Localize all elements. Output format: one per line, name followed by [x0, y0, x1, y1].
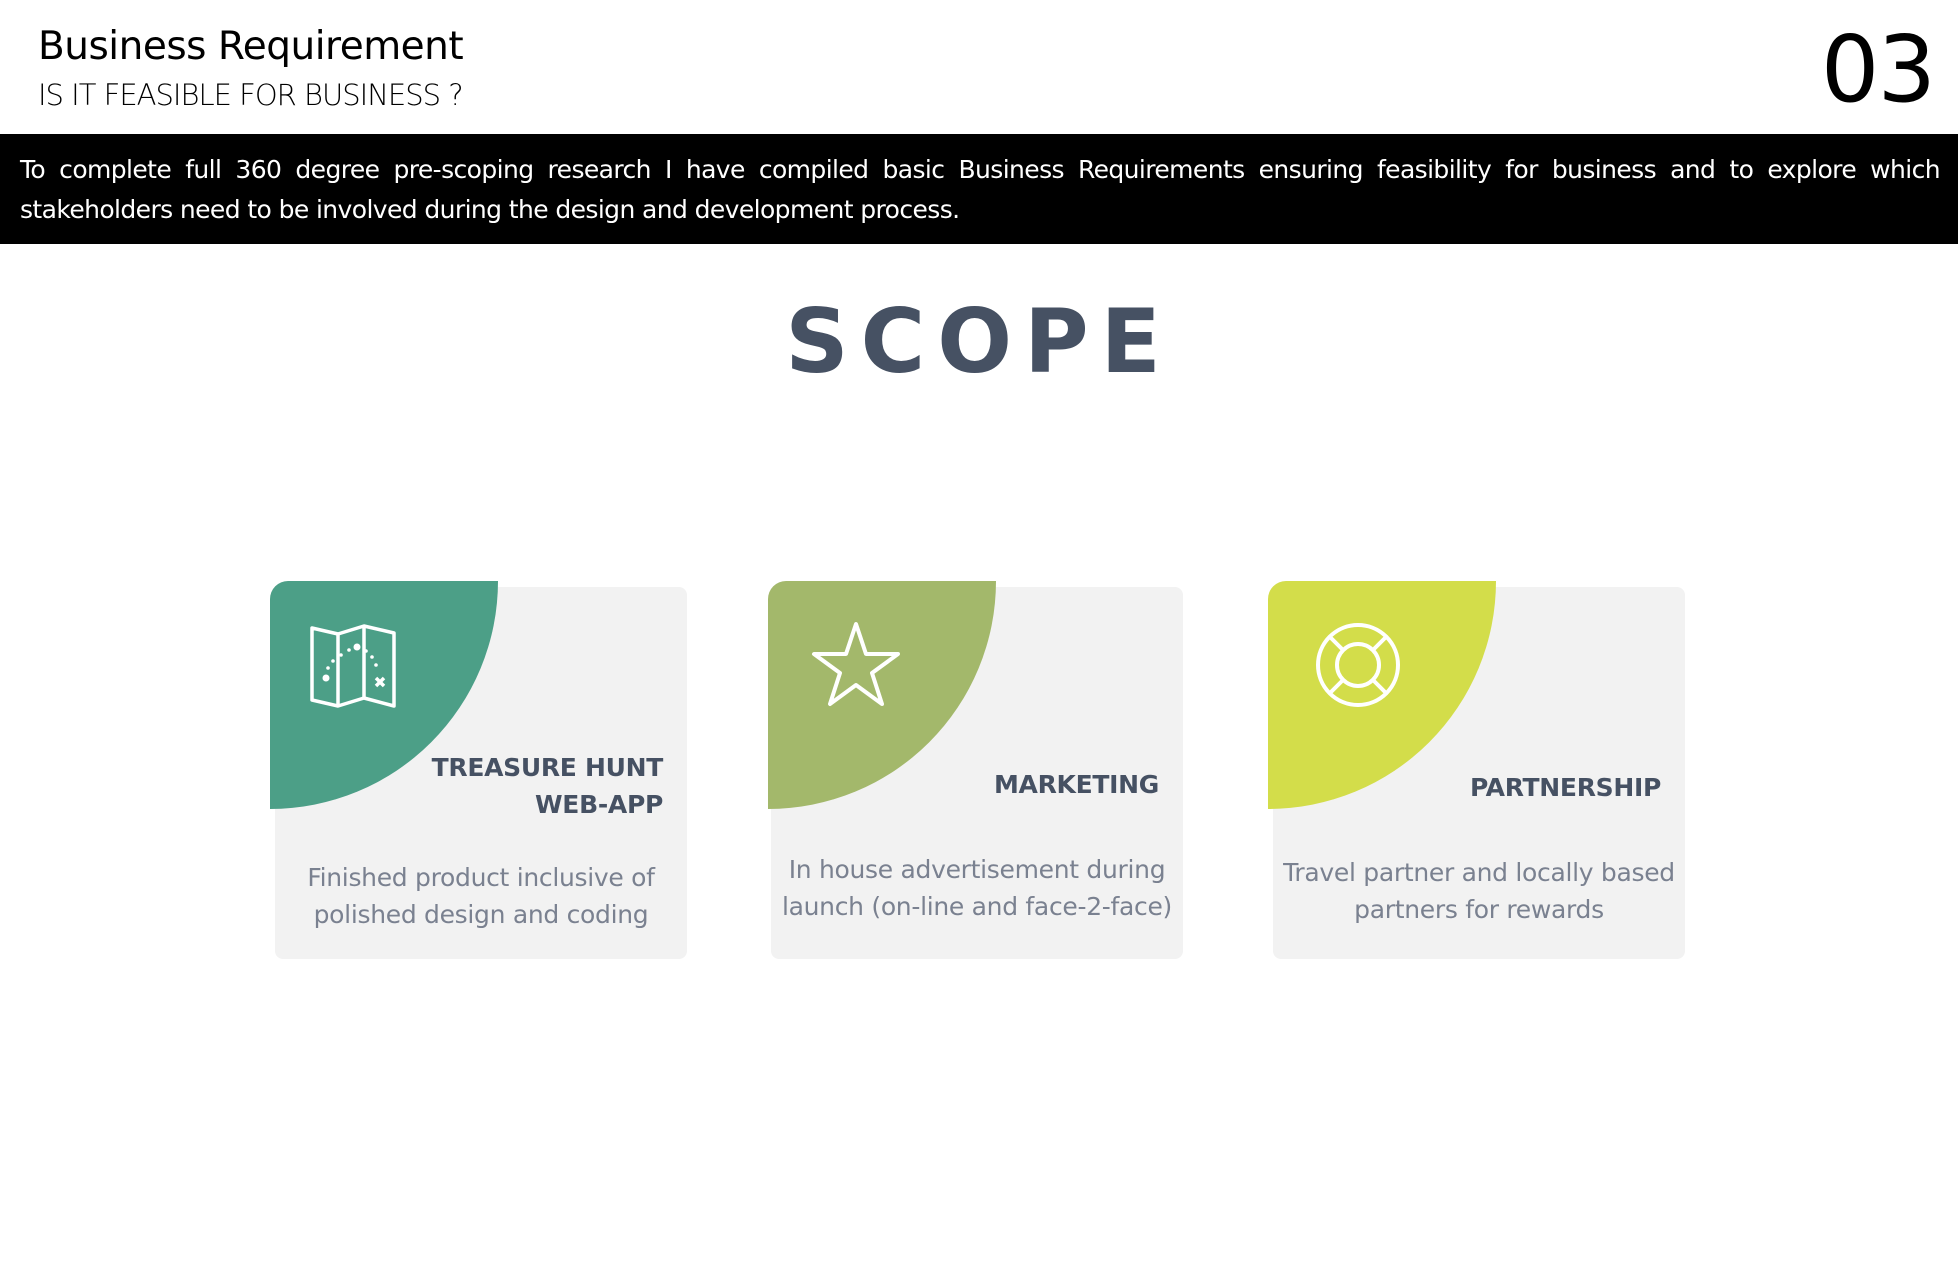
- section-title: SCOPE: [785, 290, 1173, 393]
- card-description: Finished product inclusive of polished d…: [275, 859, 687, 933]
- card-title-line: WEB-APP: [535, 790, 663, 819]
- card-description: Travel partner and locally based partner…: [1273, 854, 1685, 928]
- card-title-line: MARKETING: [993, 770, 1159, 799]
- card-description-line: In house advertisement during: [788, 855, 1166, 884]
- card-title: PARTNERSHIP: [1470, 769, 1661, 806]
- card-title: MARKETING: [994, 766, 1159, 803]
- card-title-line: TREASURE HUNT: [431, 753, 664, 782]
- intro-banner: To complete full 360 degree pre-scoping …: [0, 134, 1958, 244]
- card-description-line: Finished product inclusive of: [307, 863, 655, 892]
- map-icon: [310, 624, 396, 708]
- page-title: Business Requirement: [38, 24, 464, 69]
- card-title-line: PARTNERSHIP: [1469, 773, 1661, 802]
- card-description-line: Travel partner and locally based: [1283, 858, 1675, 887]
- lifebuoy-icon: [1316, 623, 1400, 707]
- intro-text: To complete full 360 degree pre-scoping …: [20, 155, 1941, 224]
- card-description-line: polished design and coding: [313, 900, 649, 929]
- card-description: In house advertisement during launch (on…: [771, 851, 1183, 925]
- page-number: 03: [1820, 16, 1936, 123]
- page-subtitle: IS IT FEASIBLE FOR BUSINESS ?: [38, 78, 464, 112]
- card-description-line: partners for rewards: [1354, 895, 1604, 924]
- card-description-line: launch (on-line and face-2-face): [781, 892, 1173, 921]
- card-title: TREASURE HUNT WEB-APP: [431, 749, 664, 823]
- star-icon: [812, 622, 900, 706]
